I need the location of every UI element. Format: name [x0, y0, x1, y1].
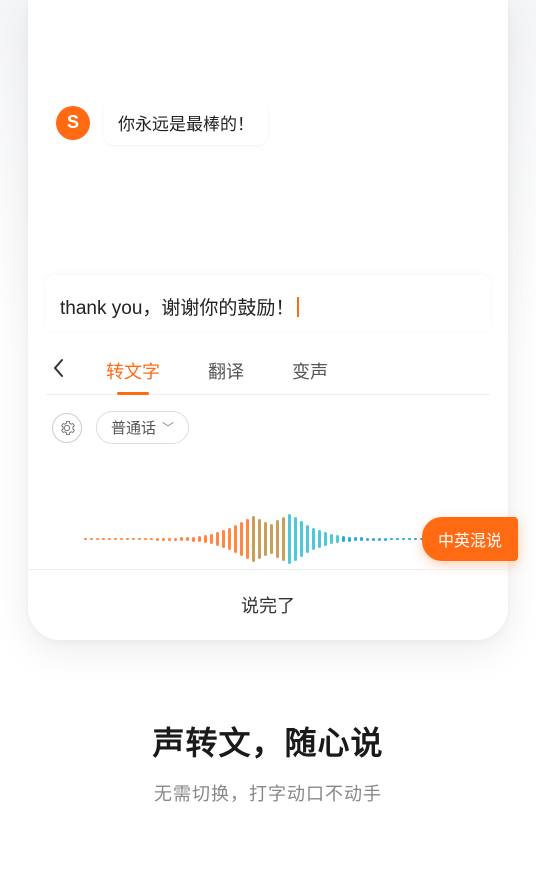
- wave-bar: [120, 538, 123, 540]
- wave-bar: [132, 538, 135, 540]
- chat-row: S 你永远是最棒的！: [56, 100, 480, 145]
- wave-bar: [414, 538, 417, 540]
- language-selector[interactable]: 普通话 ﹀: [96, 411, 189, 444]
- wave-bar: [354, 537, 357, 541]
- wave-bar: [144, 538, 147, 540]
- settings-button[interactable]: [52, 413, 82, 443]
- text-cursor: [297, 297, 299, 317]
- wave-bar: [324, 532, 327, 546]
- wave-bar: [240, 522, 243, 556]
- wave-bar: [210, 534, 213, 544]
- wave-bar: [108, 538, 111, 540]
- promo-subtitle: 无需切换，打字动口不动手: [0, 780, 536, 806]
- wave-bar: [228, 528, 231, 550]
- wave-bar: [162, 538, 165, 541]
- avatar-letter: S: [67, 112, 79, 133]
- wave-bar: [384, 538, 387, 541]
- input-area[interactable]: thank you，谢谢你的鼓励！: [46, 275, 490, 330]
- wave-bar: [174, 538, 177, 541]
- wave-bar: [330, 534, 333, 544]
- promo-section: 声转文，随心说 无需切换，打字动口不动手: [0, 718, 536, 806]
- tab-label: 转文字: [106, 362, 160, 382]
- wave-bar: [318, 530, 321, 548]
- tab-speech-to-text[interactable]: 转文字: [106, 348, 160, 394]
- tabs: 转文字 翻译 变声: [46, 348, 490, 395]
- wave-bar: [306, 525, 309, 553]
- wave-bar: [270, 524, 273, 554]
- back-button[interactable]: [46, 350, 82, 392]
- wave-bar: [402, 538, 405, 540]
- waveform: 中英混说: [46, 504, 490, 574]
- tab-label: 翻译: [208, 362, 244, 382]
- wave-bar: [168, 538, 171, 541]
- tab-voice-change[interactable]: 变声: [292, 348, 328, 394]
- wave-bar: [102, 538, 105, 540]
- wave-bar: [90, 538, 93, 540]
- wave-bar: [96, 538, 99, 540]
- chat-message-text: 你永远是最棒的！: [118, 115, 254, 134]
- wave-bar: [372, 538, 375, 541]
- wave-bar: [276, 520, 279, 558]
- done-label: 说完了: [241, 596, 295, 616]
- wave-bar: [216, 532, 219, 546]
- wave-bar: [198, 536, 201, 542]
- wave-bar: [396, 538, 399, 540]
- chat-area: S 你永远是最棒的！: [28, 0, 508, 145]
- wave-bar: [150, 538, 153, 540]
- wave-bar: [114, 538, 117, 540]
- promo-title: 声转文，随心说: [0, 718, 536, 764]
- wave-bar: [360, 537, 363, 541]
- controls-row: 普通话 ﹀: [52, 411, 490, 444]
- wave-bar: [186, 537, 189, 541]
- wave-bar: [288, 514, 291, 564]
- wave-bar: [264, 522, 267, 556]
- wave-bar: [348, 537, 351, 542]
- wave-bar: [294, 517, 297, 561]
- chevron-left-icon: [52, 358, 64, 378]
- wave-bar: [342, 536, 345, 542]
- language-label: 普通话: [111, 417, 156, 438]
- badge-text: 中英混说: [438, 533, 502, 550]
- wave-bar: [378, 538, 381, 541]
- input-text[interactable]: thank you，谢谢你的鼓励！: [60, 293, 476, 320]
- wave-bar: [156, 538, 159, 541]
- wave-bar: [312, 528, 315, 550]
- mixed-language-badge: 中英混说: [422, 517, 518, 561]
- wave-bar: [126, 538, 129, 540]
- wave-bar: [222, 530, 225, 548]
- chevron-down-icon: ﹀: [162, 419, 174, 436]
- wave-bar: [258, 519, 261, 559]
- wave-bar: [138, 538, 141, 540]
- wave-bar: [408, 538, 411, 540]
- wave-bar: [204, 535, 207, 543]
- wave-bar: [300, 521, 303, 557]
- tab-label: 变声: [292, 362, 328, 382]
- wave-bar: [336, 535, 339, 543]
- wave-bar: [246, 519, 249, 559]
- done-button[interactable]: 说完了: [28, 569, 508, 640]
- wave-bar: [282, 517, 285, 561]
- wave-bar: [366, 538, 369, 541]
- gear-icon: [59, 420, 75, 436]
- wave-bar: [192, 537, 195, 542]
- wave-bar: [234, 525, 237, 553]
- input-value: thank you，谢谢你的鼓励！: [60, 293, 294, 320]
- wave-bar: [390, 538, 393, 540]
- tab-translate[interactable]: 翻译: [208, 348, 244, 394]
- wave-bar: [180, 537, 183, 541]
- avatar: S: [56, 106, 90, 140]
- chat-bubble: 你永远是最棒的！: [104, 100, 268, 145]
- wave-bar: [84, 538, 87, 540]
- wave-bar: [252, 516, 255, 562]
- phone-frame: S 你永远是最棒的！ thank you，谢谢你的鼓励！ 转文字 翻译 变声: [28, 0, 508, 640]
